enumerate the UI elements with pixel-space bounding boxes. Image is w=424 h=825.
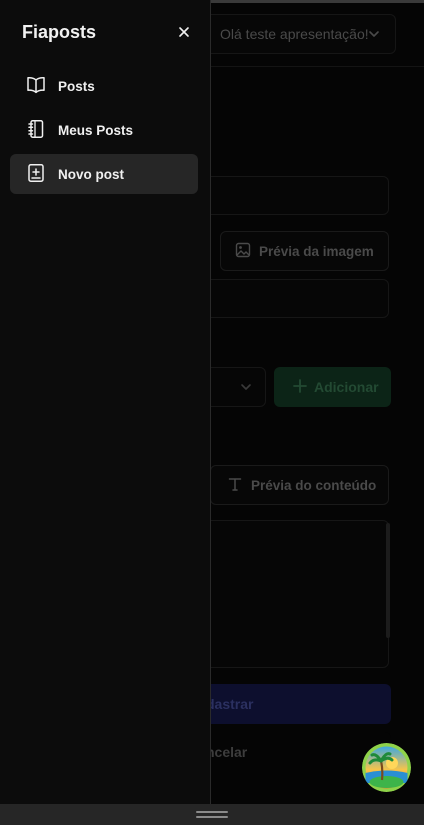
cancel-label: ncelar bbox=[206, 744, 248, 760]
close-icon bbox=[178, 25, 190, 43]
chevron-down-icon bbox=[239, 380, 253, 399]
image-preview-button[interactable]: Prévia da imagem bbox=[220, 231, 389, 271]
beach-avatar-icon bbox=[362, 743, 411, 792]
beach-avatar-button[interactable] bbox=[362, 743, 411, 792]
image-preview-label: Prévia da imagem bbox=[259, 243, 374, 259]
book-open-icon bbox=[26, 76, 46, 97]
chevron-down-icon bbox=[367, 27, 381, 44]
image-icon bbox=[235, 242, 251, 261]
handle-line bbox=[196, 816, 228, 818]
drawer-title: Fiaposts bbox=[22, 22, 97, 42]
handle-line bbox=[196, 811, 228, 813]
navigation-drawer: Fiaposts Posts Meus Posts Novo post bbox=[0, 0, 211, 804]
nav-item-posts[interactable]: Posts bbox=[10, 66, 198, 106]
nav-item-label: Posts bbox=[58, 78, 95, 94]
nav-item-my-posts[interactable]: Meus Posts bbox=[10, 110, 198, 150]
content-preview-button[interactable]: Prévia do conteúdo bbox=[210, 465, 389, 505]
nav-item-label: Meus Posts bbox=[58, 122, 134, 138]
content-preview-label: Prévia do conteúdo bbox=[251, 477, 377, 493]
submit-label: dastrar bbox=[206, 696, 254, 712]
textarea-scrollbar[interactable] bbox=[386, 523, 390, 638]
plus-icon bbox=[292, 378, 308, 397]
nav-item-new-post[interactable]: Novo post bbox=[10, 154, 198, 194]
bottom-handle-bar[interactable] bbox=[0, 804, 424, 825]
user-greeting: Olá teste apresentação! bbox=[220, 26, 369, 42]
nav-item-label: Novo post bbox=[58, 166, 124, 182]
text-icon bbox=[227, 476, 243, 495]
close-drawer-button[interactable] bbox=[174, 24, 194, 44]
add-document-icon bbox=[26, 163, 46, 186]
add-category-button[interactable]: Adicionar bbox=[274, 367, 391, 407]
add-label: Adicionar bbox=[314, 379, 379, 395]
user-menu-button[interactable]: Olá teste apresentação! bbox=[194, 14, 396, 54]
notebook-icon bbox=[26, 119, 46, 142]
